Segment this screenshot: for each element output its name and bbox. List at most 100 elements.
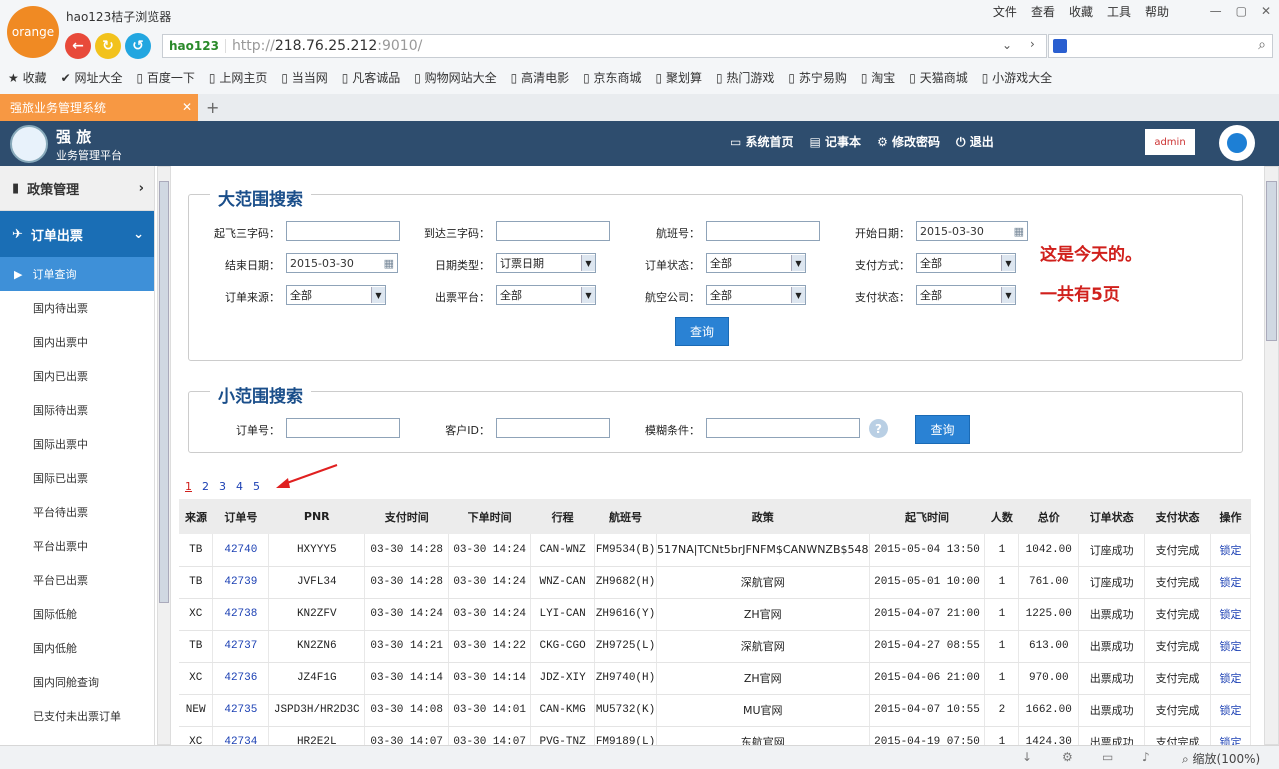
lock-link[interactable]: 锁定 xyxy=(1210,534,1251,567)
start-date-input[interactable]: 2015-03-30 ▦ xyxy=(916,221,1028,241)
scrollbar-thumb[interactable] xyxy=(159,181,169,603)
order-link[interactable]: 42739 xyxy=(212,566,270,599)
sidebar-item[interactable]: 已支付未出票订单 xyxy=(0,699,154,733)
bookmark-item[interactable]: ▯ 苏宁易购 xyxy=(788,69,846,86)
go-icon[interactable]: › xyxy=(1030,37,1035,51)
sidebar-item[interactable]: 平台已出票 xyxy=(0,563,154,597)
nav-password[interactable]: ⚙ 修改密码 xyxy=(877,133,940,150)
sidebar-item-order-query[interactable]: ▶ 订单查询 xyxy=(0,257,154,291)
order-source-select[interactable]: 全部 ▼ xyxy=(286,285,386,305)
order-link[interactable]: 42740 xyxy=(212,534,270,567)
sidebar-order[interactable]: ✈ 订单出票 ⌄ xyxy=(0,211,154,257)
new-tab-icon[interactable]: + xyxy=(206,98,219,117)
sidebar-item[interactable]: 国内出票中 xyxy=(0,325,154,359)
minimize-icon[interactable]: — xyxy=(1210,4,1222,18)
browser-tab[interactable]: 强旅业务管理系统 ✕ xyxy=(0,94,198,121)
sidebar-item[interactable]: 国内已出票 xyxy=(0,359,154,393)
order-status-select[interactable]: 全部 ▼ xyxy=(706,253,806,273)
undo-icon[interactable]: ↺ xyxy=(125,33,151,59)
search-icon[interactable]: ⌕ xyxy=(1258,37,1266,53)
bookmark-item[interactable]: ▯ 上网主页 xyxy=(209,69,267,86)
sidebar-item[interactable]: 国际已出票 xyxy=(0,461,154,495)
flight-no-input[interactable] xyxy=(706,221,820,241)
sidebar-policy[interactable]: ▮ 政策管理 › xyxy=(0,166,154,211)
maximize-icon[interactable]: ▢ xyxy=(1236,4,1247,18)
pay-type-select[interactable]: 全部 ▼ xyxy=(916,253,1016,273)
bookmark-item[interactable]: ▯ 天猫商城 xyxy=(909,69,967,86)
settings-icon[interactable]: ⚙ xyxy=(1062,750,1073,764)
help-icon[interactable]: ? xyxy=(869,419,888,438)
order-link[interactable]: 42734 xyxy=(212,726,270,745)
order-link[interactable]: 42736 xyxy=(212,662,270,695)
scrollbar-thumb[interactable] xyxy=(1266,181,1277,341)
calendar-icon[interactable]: ▦ xyxy=(1014,225,1024,238)
bookmark-item[interactable]: ▯ 凡客诚品 xyxy=(342,69,400,86)
sidebar-item[interactable]: 国际出票中 xyxy=(0,427,154,461)
bookmark-item[interactable]: ▯ 购物网站大全 xyxy=(414,69,496,86)
small-search-button[interactable]: 查询 xyxy=(915,415,970,444)
sidebar-item[interactable]: 国际待出票 xyxy=(0,393,154,427)
bookmark-item[interactable]: ▯ 聚划算 xyxy=(656,69,702,86)
search-input[interactable]: ⌕ xyxy=(1048,34,1273,58)
menu-favorites[interactable]: 收藏 xyxy=(1069,3,1093,20)
bookmark-item[interactable]: ▯ 高清电影 xyxy=(511,69,569,86)
bookmark-item[interactable]: ★ 收藏 xyxy=(8,69,47,86)
lock-link[interactable]: 锁定 xyxy=(1210,630,1251,663)
avatar[interactable] xyxy=(1219,125,1255,161)
menu-tools[interactable]: 工具 xyxy=(1107,3,1131,20)
lock-link[interactable]: 锁定 xyxy=(1210,566,1251,599)
platform-select[interactable]: 全部 ▼ xyxy=(496,285,596,305)
lock-link[interactable]: 锁定 xyxy=(1210,662,1251,695)
order-no-input[interactable] xyxy=(286,418,400,438)
lock-link[interactable]: 锁定 xyxy=(1210,726,1251,745)
customer-id-input[interactable] xyxy=(496,418,610,438)
date-type-select[interactable]: 订票日期 ▼ xyxy=(496,253,596,273)
arr-code-input[interactable] xyxy=(496,221,610,241)
sidebar-item[interactable]: 国内待出票 xyxy=(0,291,154,325)
sidebar-item[interactable]: 国内同舱查询 xyxy=(0,665,154,699)
lock-link[interactable]: 锁定 xyxy=(1210,598,1251,631)
lock-link[interactable]: 锁定 xyxy=(1210,694,1251,727)
bookmark-item[interactable]: ✔ 网址大全 xyxy=(61,69,123,86)
bookmark-item[interactable]: ▯ 京东商城 xyxy=(583,69,641,86)
nav-logout[interactable]: ⏻ 退出 xyxy=(956,133,994,150)
bookmark-item[interactable]: ▯ 小游戏大全 xyxy=(982,69,1052,86)
bookmark-item[interactable]: ▯ 百度一下 xyxy=(136,69,194,86)
dep-code-input[interactable] xyxy=(286,221,400,241)
big-search-button[interactable]: 查询 xyxy=(675,317,729,346)
page-link[interactable]: 1 xyxy=(185,480,192,493)
menu-view[interactable]: 查看 xyxy=(1031,3,1055,20)
download-icon[interactable]: ↓ xyxy=(1022,750,1032,764)
chevron-down-icon[interactable]: ⌄ xyxy=(1002,38,1012,52)
close-window-icon[interactable]: ✕ xyxy=(1261,4,1271,18)
order-link[interactable]: 42738 xyxy=(212,598,270,631)
window-icon[interactable]: ▭ xyxy=(1102,750,1113,764)
sidebar-item[interactable]: 平台出票中 xyxy=(0,529,154,563)
sidebar-item[interactable]: 平台待出票 xyxy=(0,495,154,529)
page-link[interactable]: 4 xyxy=(236,480,243,493)
pay-status-select[interactable]: 全部 ▼ xyxy=(916,285,1016,305)
fuzzy-input[interactable] xyxy=(706,418,860,438)
calendar-icon[interactable]: ▦ xyxy=(384,257,394,270)
bookmark-item[interactable]: ▯ 淘宝 xyxy=(861,69,895,86)
bookmark-item[interactable]: ▯ 热门游戏 xyxy=(716,69,774,86)
nav-notebook[interactable]: ▤ 记事本 xyxy=(810,133,862,150)
address-bar[interactable]: hao123 http://218.76.25.212:9010/ xyxy=(162,34,1047,58)
back-icon[interactable]: ← xyxy=(65,33,91,59)
close-tab-icon[interactable]: ✕ xyxy=(182,100,192,114)
sound-icon[interactable]: ♪ xyxy=(1142,750,1150,764)
airline-select[interactable]: 全部 ▼ xyxy=(706,285,806,305)
order-link[interactable]: 42737 xyxy=(212,630,270,663)
nav-home[interactable]: ▭ 系统首页 xyxy=(730,133,794,150)
sidebar-scrollbar[interactable] xyxy=(157,166,171,745)
page-link[interactable]: 5 xyxy=(253,480,260,493)
user-name[interactable]: admin xyxy=(1145,129,1195,155)
menu-file[interactable]: 文件 xyxy=(993,3,1017,20)
page-scrollbar[interactable] xyxy=(1264,166,1279,745)
zoom-level[interactable]: ⌕ 缩放(100%) xyxy=(1182,750,1260,767)
bookmark-item[interactable]: ▯ 当当网 xyxy=(281,69,327,86)
refresh-icon[interactable]: ↻ xyxy=(95,33,121,59)
end-date-input[interactable]: 2015-03-30 ▦ xyxy=(286,253,398,273)
sidebar-item[interactable]: 国际低舱 xyxy=(0,597,154,631)
order-link[interactable]: 42735 xyxy=(212,694,270,727)
